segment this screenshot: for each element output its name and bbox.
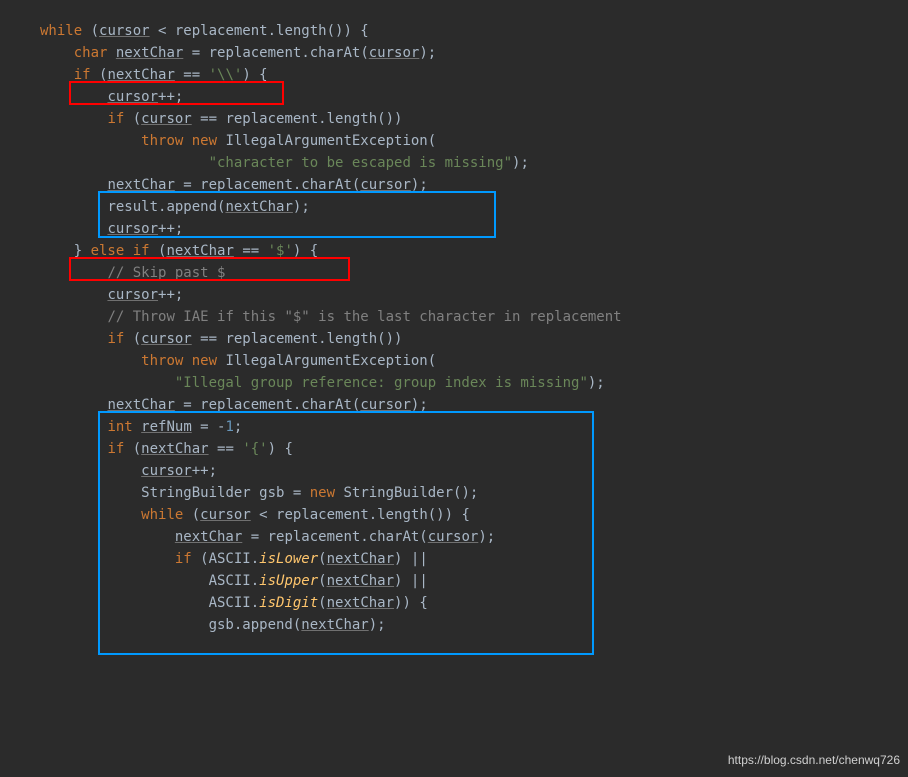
code-line: result.append(nextChar); — [40, 199, 310, 215]
code-line: "Illegal group reference: group index is… — [40, 375, 605, 391]
watermark-text: https://blog.csdn.net/chenwq726 — [728, 749, 900, 771]
code-line: if (ASCII.isLower(nextChar) || — [40, 551, 428, 567]
code-line: while (cursor < replacement.length()) { — [40, 507, 470, 523]
code-line: int refNum = -1; — [40, 419, 242, 435]
code-line: cursor++; — [40, 221, 183, 237]
code-line: ASCII.isUpper(nextChar) || — [40, 573, 428, 589]
code-line: char nextChar = replacement.charAt(curso… — [40, 45, 436, 61]
code-line: throw new IllegalArgumentException( — [40, 353, 436, 369]
code-line: if (cursor == replacement.length()) — [40, 111, 402, 127]
code-block: while (cursor < replacement.length()) { … — [40, 20, 888, 636]
code-line: nextChar = replacement.charAt(cursor); — [40, 529, 495, 545]
code-line: if (nextChar == '\\') { — [40, 67, 268, 83]
code-line: gsb.append(nextChar); — [40, 617, 386, 633]
code-line: if (nextChar == '{') { — [40, 441, 293, 457]
code-line: cursor++; — [40, 89, 183, 105]
code-line: nextChar = replacement.charAt(cursor); — [40, 177, 428, 193]
code-line: // Skip past $ — [40, 265, 225, 281]
code-line: // Throw IAE if this "$" is the last cha… — [40, 309, 622, 325]
code-line: ASCII.isDigit(nextChar)) { — [40, 595, 428, 611]
code-line: StringBuilder gsb = new StringBuilder(); — [40, 485, 478, 501]
code-line: if (cursor == replacement.length()) — [40, 331, 402, 347]
code-line: "character to be escaped is missing"); — [40, 155, 529, 171]
code-line: cursor++; — [40, 287, 183, 303]
code-line: cursor++; — [40, 463, 217, 479]
code-line: throw new IllegalArgumentException( — [40, 133, 436, 149]
code-line: nextChar = replacement.charAt(cursor); — [40, 397, 428, 413]
code-line: } else if (nextChar == '$') { — [40, 243, 318, 259]
code-line: while (cursor < replacement.length()) { — [40, 23, 369, 39]
